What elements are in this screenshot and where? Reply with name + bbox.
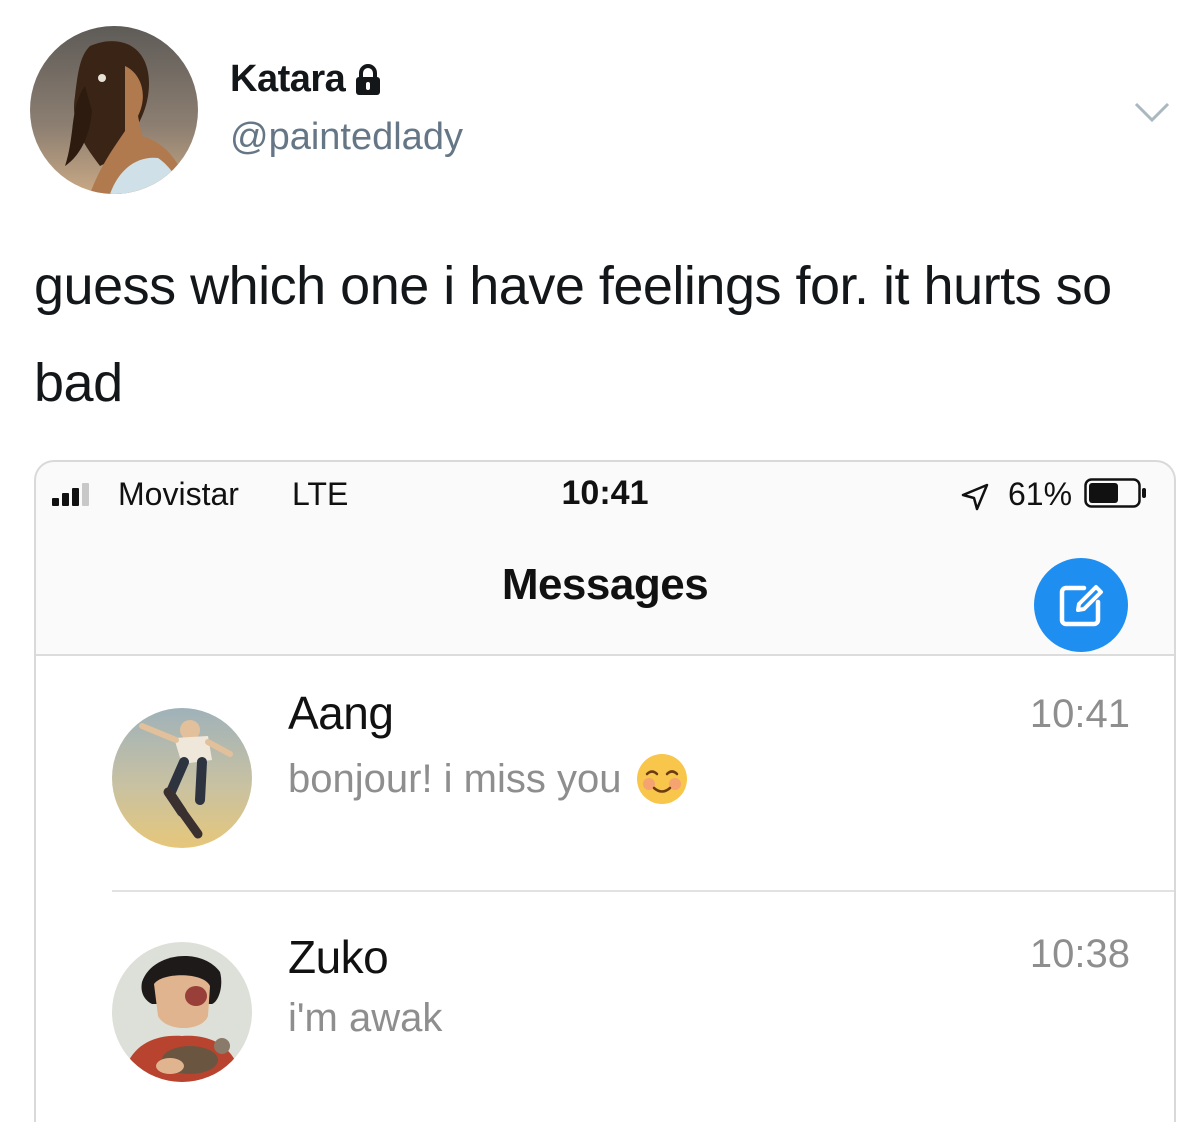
smiling-face-icon [637,754,688,804]
message-time: 10:41 [1029,692,1130,736]
contact-name: Aang [288,687,394,739]
display-name: Katara [230,58,346,100]
message-time: 10:38 [1029,932,1130,976]
message-preview-text: bonjour! i miss you [288,756,622,801]
compose-button[interactable] [1034,558,1128,652]
zuko-avatar [112,942,252,1082]
message-preview: i'm awak [288,996,442,1041]
nav-title: Messages [501,560,709,609]
tweet-text: guess which one i have feelings for. it … [34,256,1112,413]
katara-avatar-image [30,26,198,194]
contact-name: Zuko [288,931,389,983]
conversation-row-aang[interactable]: Aang bonjour! i miss you 10:41 [36,656,1174,890]
location-icon [961,483,989,511]
battery-percent: 61% [1008,476,1073,512]
message-preview-text: i'm awak [288,996,443,1040]
user-handle[interactable]: @paintedlady [230,116,463,159]
battery-icon [1084,478,1146,508]
katara-avatar[interactable] [30,26,198,194]
conversation-list: Aang bonjour! i miss you 10:41 Zuko i'm … [36,656,1174,1122]
lock-icon [356,63,381,95]
status-bar: Movistar LTE 10:41 61% [36,462,1174,524]
compose-icon [1059,585,1103,627]
chevron-down-icon[interactable] [1132,92,1172,132]
aang-avatar [112,708,252,848]
tweet-author[interactable]: Katara [230,58,381,101]
battery-fill [1089,483,1118,503]
conversation-row-zuko[interactable]: Zuko i'm awak 10:38 [36,890,1174,1122]
phone-screenshot: Movistar LTE 10:41 61% Messages Aang bon… [34,460,1176,1122]
status-clock: 10:41 [561,474,649,512]
message-preview: bonjour! i miss you [288,752,689,806]
messages-nav-bar: Messages [36,524,1174,656]
